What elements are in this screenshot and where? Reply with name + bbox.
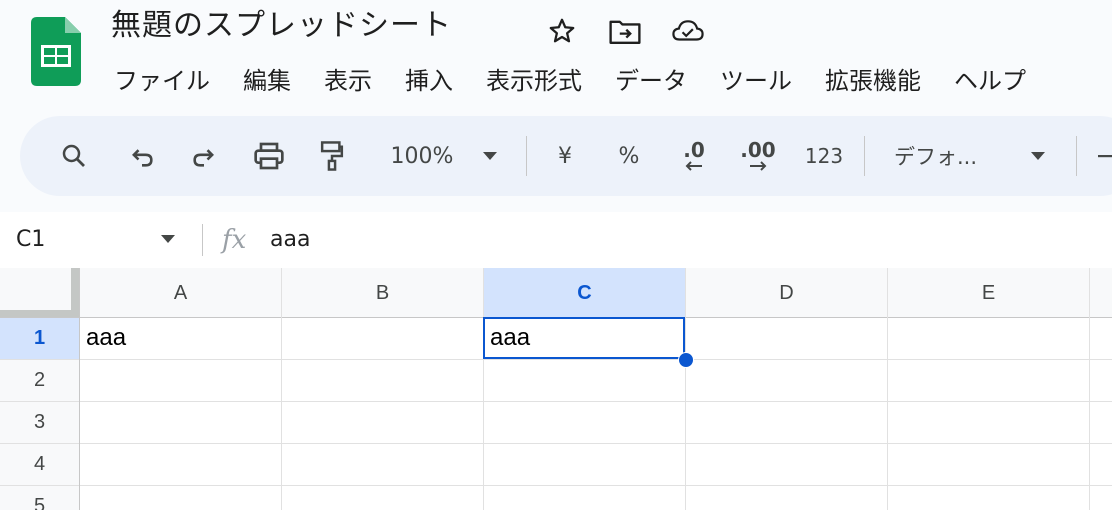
cell-a1[interactable]: aaa — [80, 318, 281, 359]
currency-format-button[interactable]: ¥ — [550, 136, 580, 176]
decimal-increase-button[interactable]: .00 — [736, 136, 780, 176]
paint-format-icon[interactable] — [314, 136, 350, 176]
chevron-down-icon[interactable] — [478, 136, 502, 176]
column-header-b[interactable]: B — [282, 268, 483, 318]
print-icon[interactable] — [250, 136, 288, 176]
toolbar-divider — [864, 136, 865, 176]
row-header-5[interactable]: 5 — [0, 486, 79, 510]
arrow-left-icon — [685, 161, 702, 171]
cloud-saved-icon[interactable] — [671, 14, 705, 48]
menu-tools[interactable]: ツール — [720, 62, 792, 100]
arrow-right-icon — [750, 161, 767, 171]
star-icon[interactable] — [545, 14, 579, 48]
sheets-logo-icon[interactable] — [31, 17, 81, 86]
undo-icon[interactable] — [124, 136, 160, 176]
selection-border — [483, 317, 685, 359]
percent-format-button[interactable]: % — [614, 136, 644, 176]
column-header-c[interactable]: C — [484, 268, 685, 318]
minus-icon[interactable] — [1096, 136, 1112, 176]
search-icon[interactable] — [56, 136, 92, 176]
column-header-d[interactable]: D — [686, 268, 887, 318]
chevron-down-icon[interactable] — [160, 234, 176, 244]
row-header-3[interactable]: 3 — [0, 402, 79, 443]
decimal-increase-label: .00 — [740, 138, 776, 162]
decimal-decrease-label: .0 — [683, 138, 705, 162]
column-header-e[interactable]: E — [888, 268, 1089, 318]
fx-icon: fx — [222, 225, 247, 255]
toolbar-divider — [1076, 136, 1077, 176]
decimal-decrease-button[interactable]: .0 — [674, 136, 714, 176]
toolbar: 100% ¥ % .0 .00 123 デフォ... — [20, 116, 1112, 196]
row-header-4[interactable]: 4 — [0, 444, 79, 485]
redo-icon[interactable] — [186, 136, 222, 176]
document-title[interactable]: 無題のスプレッドシート — [111, 6, 452, 46]
menu-insert[interactable]: 挿入 — [405, 62, 453, 100]
row-header-2[interactable]: 2 — [0, 360, 79, 401]
row-header-1[interactable]: 1 — [0, 318, 79, 359]
menu-edit[interactable]: 編集 — [243, 62, 291, 100]
chevron-down-icon[interactable] — [1026, 136, 1050, 176]
menu-extensions[interactable]: 拡張機能 — [825, 62, 921, 100]
font-select[interactable]: デフォ... — [894, 136, 1006, 176]
menu-data[interactable]: データ — [615, 62, 687, 100]
menu-file[interactable]: ファイル — [114, 62, 210, 100]
move-folder-icon[interactable] — [608, 14, 642, 48]
fill-handle[interactable] — [678, 352, 694, 368]
zoom-select[interactable]: 100% — [380, 136, 464, 176]
toolbar-divider — [526, 136, 527, 176]
menu-format[interactable]: 表示形式 — [486, 62, 582, 100]
menu-view[interactable]: 表示 — [324, 62, 372, 100]
formula-bar-divider — [202, 224, 203, 256]
menu-help[interactable]: ヘルプ — [954, 62, 1026, 100]
name-box[interactable]: C1 — [16, 225, 45, 255]
formula-input[interactable]: aaa — [270, 225, 310, 255]
column-header-a[interactable]: A — [80, 268, 281, 318]
menu-bar: ファイル 編集 表示 挿入 表示形式 データ ツール 拡張機能 ヘルプ — [114, 62, 1059, 100]
number-format-button[interactable]: 123 — [800, 136, 848, 176]
spreadsheet-grid: A B C D E 1 2 3 4 5 aaa aaa — [0, 268, 1112, 510]
